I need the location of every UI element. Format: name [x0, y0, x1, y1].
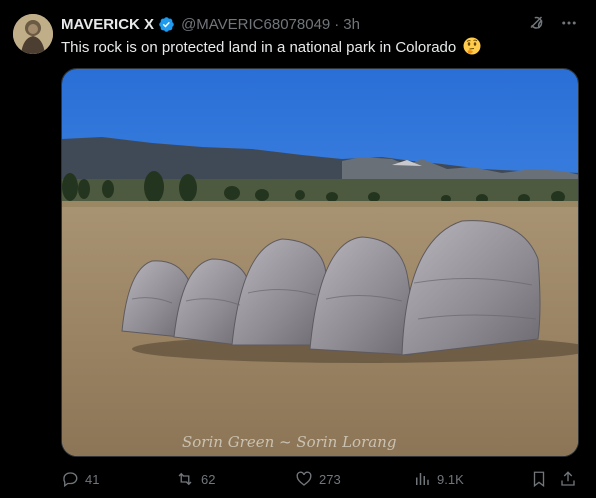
- post-image[interactable]: Sorin Green ~ Sorin Lorang: [61, 68, 579, 457]
- heart-icon: [295, 470, 313, 488]
- post-text: This rock is on protected land in a nati…: [61, 39, 457, 56]
- views-icon: [413, 470, 431, 488]
- repost-count: 62: [201, 471, 216, 487]
- like-button[interactable]: 273: [295, 466, 341, 492]
- reply-icon: [61, 470, 79, 488]
- author-handle[interactable]: @MAVERIC68078049: [181, 16, 330, 33]
- repost-button[interactable]: 62: [175, 466, 215, 492]
- more-icon[interactable]: [560, 14, 578, 32]
- avatar[interactable]: [13, 14, 53, 54]
- post-text-row: This rock is on protected land in a nati…: [61, 37, 481, 58]
- like-count: 273: [319, 471, 341, 487]
- author-name[interactable]: MAVERICK X: [61, 16, 154, 33]
- thinking-face-emoji: [463, 37, 481, 55]
- reply-button[interactable]: 41: [61, 466, 99, 492]
- views-count: 9.1K: [437, 471, 464, 487]
- post-time[interactable]: 3h: [343, 16, 360, 33]
- top-actions: [528, 14, 578, 32]
- bookmark-icon: [530, 470, 548, 488]
- separator-dot: ·: [334, 15, 340, 33]
- avatar-image: [13, 14, 53, 54]
- grok-icon[interactable]: [528, 14, 546, 32]
- rock-photo: Sorin Green ~ Sorin Lorang: [62, 69, 578, 456]
- reply-count: 41: [85, 471, 100, 487]
- bookmark-button[interactable]: [530, 466, 548, 492]
- views-button[interactable]: 9.1K: [413, 466, 464, 492]
- image-watermark: Sorin Green ~ Sorin Lorang: [182, 433, 396, 451]
- repost-icon: [175, 470, 195, 488]
- tweet: MAVERICK X @MAVERIC68078049 · 3h This ro…: [0, 0, 596, 498]
- share-button[interactable]: [559, 466, 577, 492]
- share-icon: [559, 470, 577, 488]
- post-header: MAVERICK X @MAVERIC68078049 · 3h: [61, 14, 360, 34]
- verified-badge-icon[interactable]: [158, 16, 175, 33]
- action-bar: 41 62 273 9.1K: [61, 466, 581, 492]
